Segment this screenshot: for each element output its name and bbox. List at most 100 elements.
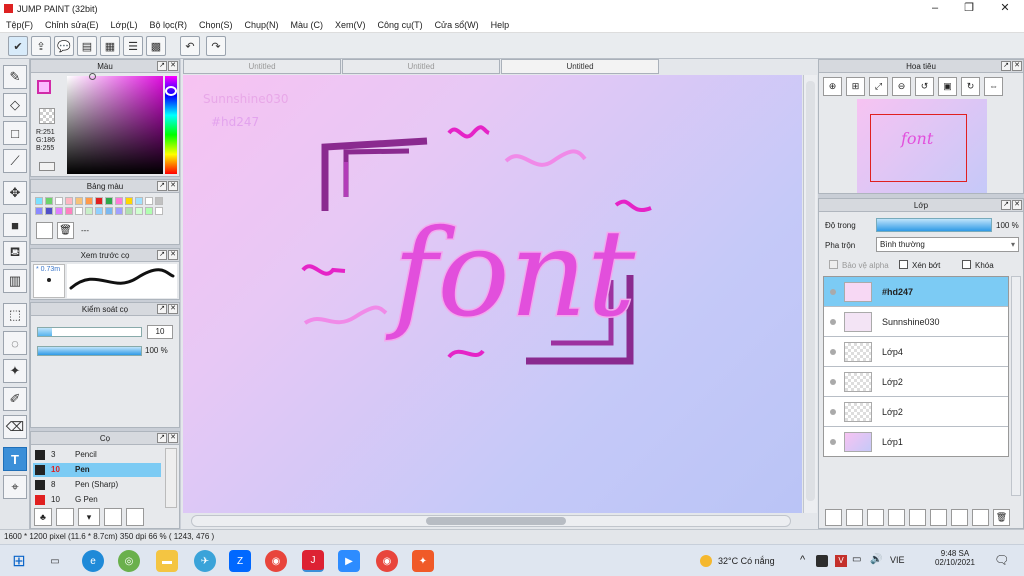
jump-paint-taskbar-icon[interactable]: J bbox=[302, 550, 324, 572]
page-icon[interactable]: ▦ bbox=[100, 36, 120, 56]
export-icon[interactable]: ⇪ bbox=[31, 36, 51, 56]
palette-swatch[interactable] bbox=[95, 207, 103, 215]
brush-size-field[interactable]: 10 bbox=[147, 325, 173, 339]
close-button[interactable]: ✕ bbox=[988, 0, 1022, 17]
panel-float-icon[interactable]: ↗ bbox=[1001, 200, 1011, 210]
menu-tools[interactable]: Công cụ(T) bbox=[372, 20, 429, 30]
palette-swatch[interactable] bbox=[65, 197, 73, 205]
brush-folder-icon[interactable] bbox=[126, 508, 144, 526]
lock-checkbox[interactable] bbox=[962, 260, 971, 269]
move-tool-icon[interactable]: ✥ bbox=[3, 181, 27, 205]
visibility-icon[interactable] bbox=[830, 438, 836, 445]
panel-close-icon[interactable]: ✕ bbox=[1012, 200, 1022, 210]
foreground-color-swatch[interactable] bbox=[37, 80, 51, 94]
zoom-in-icon[interactable]: ⊕ bbox=[823, 77, 842, 96]
clock[interactable]: 9:48 SA 02/10/2021 bbox=[930, 549, 980, 567]
menu-select[interactable]: Chọn(S) bbox=[193, 20, 239, 30]
new-layer-icon[interactable] bbox=[825, 509, 842, 526]
windows-start-icon[interactable]: ⊞ bbox=[8, 550, 30, 572]
layer-row-lop1[interactable]: Lớp1 bbox=[824, 427, 1008, 456]
tray-v-icon[interactable]: V bbox=[835, 555, 847, 567]
panel-float-icon[interactable]: ↗ bbox=[157, 181, 167, 191]
palette-swatch[interactable] bbox=[145, 197, 153, 205]
edge-browser-icon[interactable]: e bbox=[82, 550, 104, 572]
visibility-icon[interactable] bbox=[830, 408, 836, 415]
eraser-tool-icon[interactable]: ◇ bbox=[3, 93, 27, 117]
fit-window-icon[interactable]: ⤢ bbox=[869, 77, 888, 96]
undo-icon[interactable]: ↶ bbox=[180, 36, 200, 56]
panel-close-icon[interactable]: ✕ bbox=[168, 61, 178, 71]
network-icon[interactable]: ▭ bbox=[852, 554, 861, 565]
palette-swatch[interactable] bbox=[105, 197, 113, 205]
menu-window[interactable]: Cửa sổ(W) bbox=[429, 20, 485, 30]
brush-add-icon[interactable]: ♣ bbox=[34, 508, 52, 526]
task-view-icon[interactable]: ▭ bbox=[44, 550, 66, 572]
flip-icon[interactable]: ⇔ bbox=[984, 77, 1003, 96]
redo-icon[interactable]: ↷ bbox=[206, 36, 226, 56]
menu-edit[interactable]: Chỉnh sửa(E) bbox=[39, 20, 105, 30]
brush-menu-icon[interactable]: ▾ bbox=[78, 508, 100, 526]
eyedropper-tool-icon[interactable]: ⌖ bbox=[3, 475, 27, 499]
palette-swatch[interactable] bbox=[35, 207, 43, 215]
delete-swatch-icon[interactable]: 🗑 bbox=[57, 222, 74, 239]
text-tool-icon[interactable]: T bbox=[3, 447, 27, 471]
panel-float-icon[interactable]: ↗ bbox=[1001, 61, 1011, 71]
menu-capture[interactable]: Chụp(N) bbox=[239, 20, 285, 30]
layer-row-lop2-a[interactable]: Lớp2 bbox=[824, 367, 1008, 397]
weather-text[interactable]: 32°C Có nắng bbox=[718, 556, 775, 566]
saturation-value-picker[interactable] bbox=[67, 76, 163, 174]
panel-float-icon[interactable]: ↗ bbox=[157, 433, 167, 443]
new-text-layer-icon[interactable] bbox=[867, 509, 884, 526]
actual-size-icon[interactable]: ▣ bbox=[938, 77, 957, 96]
grid-settings-icon[interactable]: ▩ bbox=[146, 36, 166, 56]
app-icon-orange[interactable]: ✦ bbox=[412, 550, 434, 572]
layer-row-sunnshine[interactable]: Sunnshine030 bbox=[824, 307, 1008, 337]
chrome-icon[interactable]: ◉ bbox=[265, 550, 287, 572]
input-language[interactable]: VIE bbox=[890, 555, 905, 565]
clipping-checkbox[interactable] bbox=[899, 260, 908, 269]
zoom-out-icon[interactable]: ⊖ bbox=[892, 77, 911, 96]
bucket-tool-icon[interactable]: ⛾ bbox=[3, 241, 27, 265]
palette-swatch[interactable] bbox=[45, 197, 53, 205]
palette-swatch[interactable] bbox=[45, 207, 53, 215]
visibility-icon[interactable] bbox=[830, 378, 836, 385]
layer-opacity-slider[interactable] bbox=[876, 218, 992, 232]
panel-close-icon[interactable]: ✕ bbox=[168, 181, 178, 191]
palette-swatch[interactable] bbox=[85, 207, 93, 215]
brush-new-icon[interactable] bbox=[56, 508, 74, 526]
select-pen-tool-icon[interactable]: ✐ bbox=[3, 387, 27, 411]
tab-untitled-3[interactable]: Untitled bbox=[501, 59, 659, 74]
palette-swatch[interactable] bbox=[65, 207, 73, 215]
hscroll-thumb[interactable] bbox=[426, 517, 566, 525]
menu-view[interactable]: Xem(V) bbox=[329, 20, 372, 30]
palette-swatch[interactable] bbox=[115, 197, 123, 205]
panel-close-icon[interactable]: ✕ bbox=[1012, 61, 1022, 71]
brush-item-pencil[interactable]: 3 Pencil bbox=[33, 448, 161, 462]
palette-swatch[interactable] bbox=[125, 197, 133, 205]
navigator-thumbnail[interactable]: font bbox=[857, 99, 987, 193]
rotate-left-icon[interactable]: ↺ bbox=[915, 77, 934, 96]
layer-settings-icon[interactable] bbox=[972, 509, 989, 526]
speaker-icon[interactable]: 🔊 bbox=[870, 554, 882, 565]
menu-file[interactable]: Tệp(F) bbox=[0, 20, 39, 30]
palette-swatch[interactable] bbox=[75, 207, 83, 215]
comment-icon[interactable]: ▤ bbox=[77, 36, 97, 56]
palette-swatch[interactable] bbox=[145, 207, 153, 215]
canvas-vertical-scrollbar[interactable] bbox=[803, 75, 817, 513]
visibility-icon[interactable] bbox=[830, 318, 836, 325]
tab-untitled-1[interactable]: Untitled bbox=[183, 59, 341, 74]
palette-swatch[interactable] bbox=[135, 207, 143, 215]
vscroll-thumb[interactable] bbox=[806, 81, 815, 501]
brush-opacity-slider[interactable] bbox=[37, 346, 142, 356]
merge-layer-icon[interactable] bbox=[951, 509, 968, 526]
maximize-button[interactable]: ❐ bbox=[952, 0, 986, 17]
lasso-tool-icon[interactable]: ◌ bbox=[3, 331, 27, 355]
tray-chevron-icon[interactable]: ^ bbox=[800, 554, 805, 566]
new-halftone-layer-icon[interactable] bbox=[888, 509, 905, 526]
panel-close-icon[interactable]: ✕ bbox=[168, 250, 178, 260]
palette-swatch[interactable] bbox=[125, 207, 133, 215]
palette-swatch[interactable] bbox=[115, 207, 123, 215]
canvas-horizontal-scrollbar[interactable] bbox=[191, 515, 791, 527]
select-tool-icon[interactable]: ⬚ bbox=[3, 303, 27, 327]
palette-swatch[interactable] bbox=[155, 197, 163, 205]
